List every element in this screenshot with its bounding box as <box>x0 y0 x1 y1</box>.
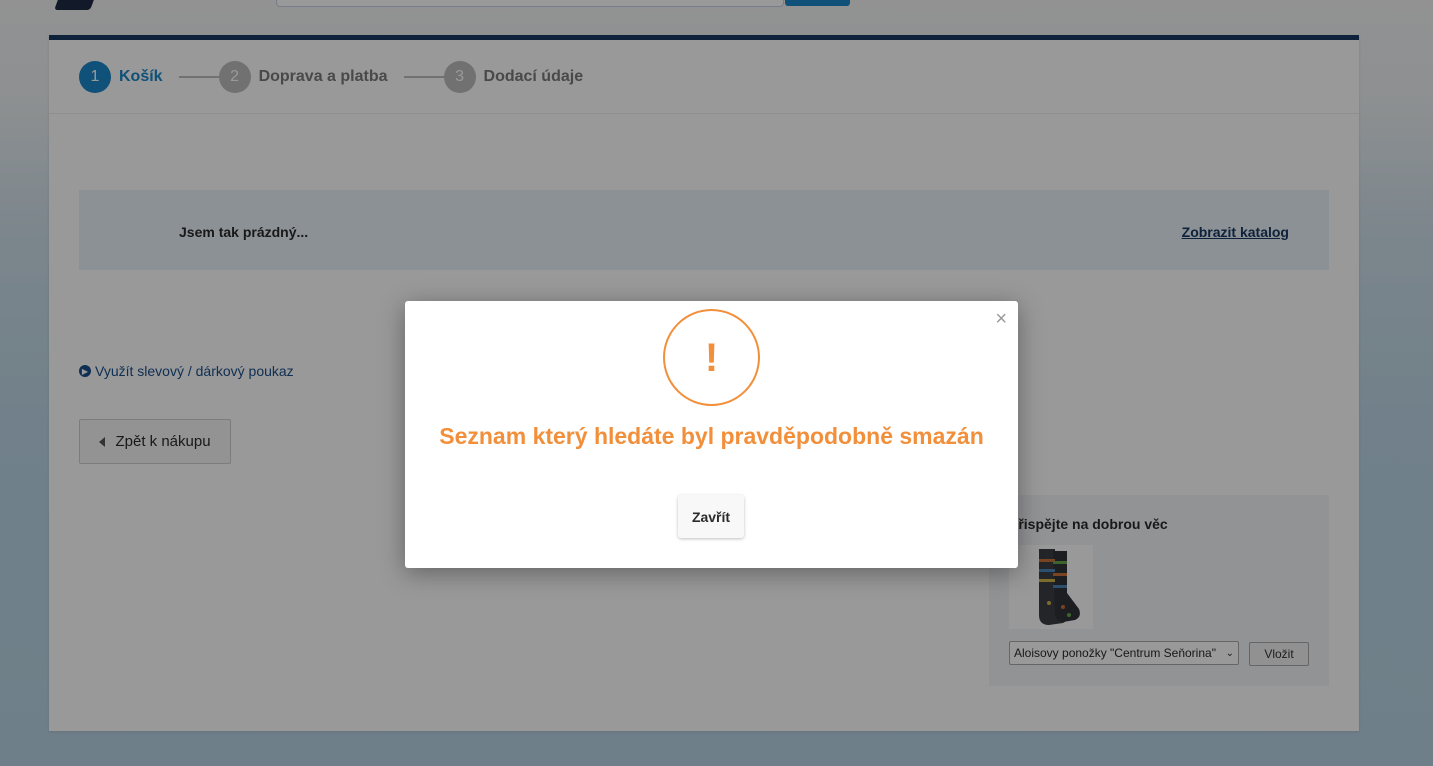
close-icon[interactable]: × <box>995 309 1007 329</box>
exclamation-mark: ! <box>704 335 719 380</box>
modal-message: Seznam který hledáte byl pravděpodobně s… <box>439 423 984 449</box>
close-modal-button[interactable]: Zavřít <box>678 495 744 538</box>
warning-icon: ! <box>663 309 760 406</box>
alert-modal: × ! Seznam který hledáte byl pravděpodob… <box>405 301 1018 568</box>
